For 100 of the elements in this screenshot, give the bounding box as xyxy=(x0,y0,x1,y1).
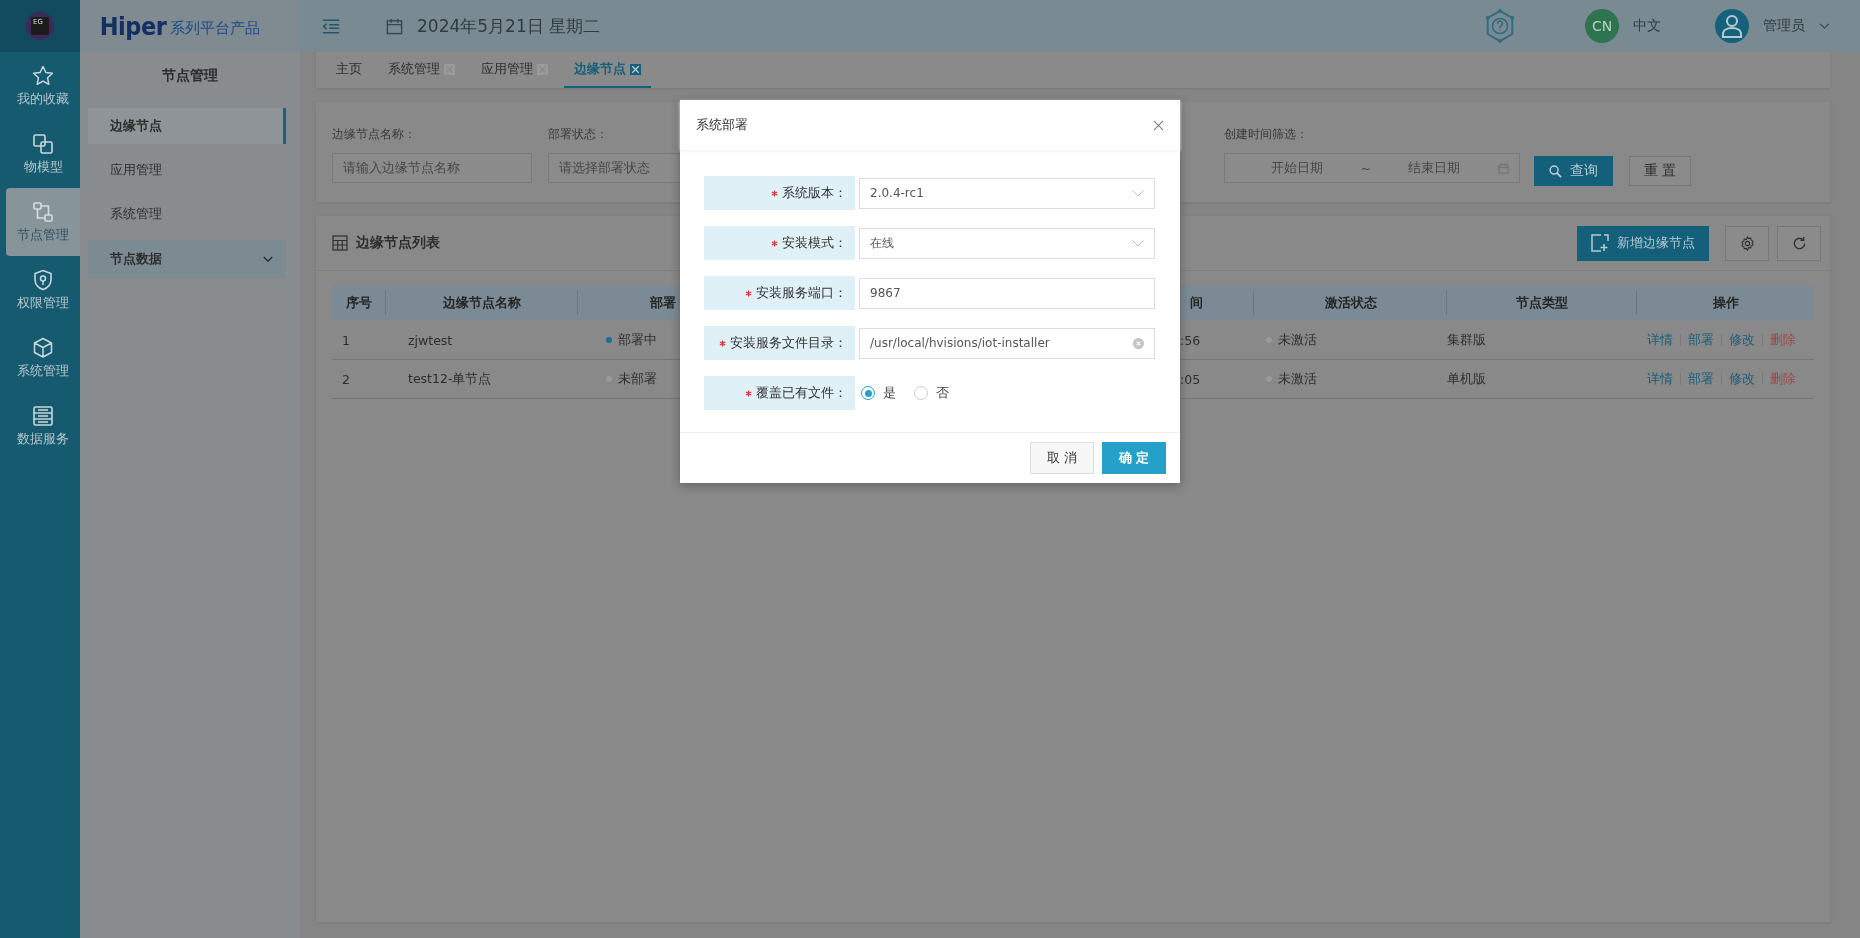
refresh-button[interactable] xyxy=(1777,225,1821,261)
action-link[interactable]: 修改 xyxy=(1729,370,1755,388)
nav-rail-label: 系统管理 xyxy=(17,363,69,380)
sidebar-item[interactable]: 应用管理 xyxy=(88,152,286,188)
table-icon xyxy=(332,235,348,251)
header-date: 2024年5月21日 星期二 xyxy=(417,14,601,38)
field-label: 安装服务端口： xyxy=(704,276,855,310)
date-range-field[interactable]: 开始日期 ~ 结束日期 xyxy=(1224,153,1520,183)
confirm-button[interactable]: 确 定 xyxy=(1102,442,1166,474)
chevron-down-icon xyxy=(1132,189,1144,197)
column-header: 边缘节点名称 xyxy=(386,285,578,321)
chevron-down-icon[interactable] xyxy=(1819,22,1830,30)
nav-rail-item[interactable]: 物模型 xyxy=(6,120,80,188)
squares-icon xyxy=(31,132,55,156)
sidebar-item[interactable]: 系统管理 xyxy=(88,196,286,232)
settings-button[interactable] xyxy=(1725,225,1769,261)
clear-icon[interactable] xyxy=(1133,337,1144,349)
cube-icon xyxy=(31,336,55,360)
dialog-title: 系统部署 xyxy=(696,116,748,134)
shield-icon xyxy=(31,268,55,292)
table-cell: test12-单节点 xyxy=(386,359,578,399)
filter-label: 创建时间筛选： xyxy=(1224,126,1309,143)
help-icon[interactable] xyxy=(1483,8,1517,44)
activation-status: 未激活 xyxy=(1266,370,1317,388)
add-page-icon xyxy=(1591,234,1609,252)
search-icon xyxy=(1549,164,1562,178)
user-name[interactable]: 管理员 xyxy=(1763,17,1805,35)
nav-rail-label: 物模型 xyxy=(23,159,63,176)
chevron-down-icon xyxy=(263,255,273,263)
search-button[interactable]: 查询 xyxy=(1534,156,1613,186)
reset-button[interactable]: 重 置 xyxy=(1629,156,1692,186)
start-date-placeholder: 开始日期 xyxy=(1271,159,1323,177)
action-link[interactable]: 部署 xyxy=(1688,370,1714,388)
filter-label: 边缘节点名称： xyxy=(332,126,417,143)
brand-name: Hiper xyxy=(99,11,167,41)
table-cell: 2 xyxy=(332,359,386,399)
table-cell: 1 xyxy=(332,321,386,360)
nodes-icon xyxy=(31,200,55,224)
refresh-icon xyxy=(1791,235,1807,251)
nav-rail-item[interactable]: 我的收藏 xyxy=(6,52,80,120)
brand-subtitle: 系列平台产品 xyxy=(170,19,261,39)
range-separator: ~ xyxy=(1360,160,1371,176)
action-link[interactable]: 详情 xyxy=(1647,331,1673,349)
calendar-icon xyxy=(1498,162,1509,174)
language-badge[interactable]: CN xyxy=(1585,9,1619,43)
column-header: 间 xyxy=(1178,285,1254,321)
table-cell: :56 xyxy=(1178,321,1254,360)
close-icon[interactable] xyxy=(1153,119,1164,131)
language-label[interactable]: 中文 xyxy=(1633,17,1661,35)
tab[interactable]: 应用管理 xyxy=(471,52,558,88)
nav-rail-label: 数据服务 xyxy=(17,431,69,448)
deploy-status: 未部署 xyxy=(606,370,657,388)
name-input-field[interactable]: 请输入边缘节点名称 xyxy=(332,153,532,183)
table-cell: :05 xyxy=(1178,359,1254,399)
field-label: 系统版本： xyxy=(704,176,855,210)
column-header: 激活状态 xyxy=(1254,285,1447,321)
calendar-icon xyxy=(386,17,403,35)
input-field[interactable]: /usr/local/hvisions/iot-installer xyxy=(859,327,1155,359)
nav-rail-label: 我的收藏 xyxy=(17,91,69,108)
sidebar-title: 节点管理 xyxy=(161,66,219,85)
nav-rail-item[interactable]: 权限管理 xyxy=(6,256,80,324)
activation-status: 未激活 xyxy=(1266,331,1317,349)
tab[interactable]: 系统管理 xyxy=(378,52,465,88)
action-link[interactable]: 部署 xyxy=(1688,331,1714,349)
list-icon xyxy=(31,404,55,428)
filter-label: 部署状态： xyxy=(548,126,609,143)
column-header: 节点类型 xyxy=(1447,285,1637,321)
add-node-button[interactable]: 新增边缘节点 xyxy=(1577,225,1709,261)
cancel-button[interactable]: 取 消 xyxy=(1030,442,1094,474)
deploy-status: 部署中 xyxy=(606,331,657,349)
nav-rail-item[interactable]: 节点管理 xyxy=(6,188,80,256)
action-link[interactable]: 修改 xyxy=(1729,331,1755,349)
column-header: 序号 xyxy=(332,285,386,321)
nav-rail-item[interactable]: 系统管理 xyxy=(6,324,80,392)
settings-icon xyxy=(1739,235,1755,251)
nav-rail-label: 节点管理 xyxy=(17,227,69,244)
field-label: 安装模式： xyxy=(704,226,855,260)
select-field[interactable]: 在线 xyxy=(859,227,1155,259)
nav-rail-label: 权限管理 xyxy=(17,295,69,312)
tab[interactable]: 主页 xyxy=(326,52,372,88)
radio-option[interactable]: 否 xyxy=(914,384,949,402)
action-link[interactable]: 详情 xyxy=(1647,370,1673,388)
table-cell: zjwtest xyxy=(386,321,578,360)
sidebar-item[interactable]: 边缘节点 xyxy=(88,108,286,144)
input-field[interactable]: 9867 xyxy=(859,277,1155,309)
avatar-icon[interactable] xyxy=(1715,9,1749,43)
chevron-down-icon xyxy=(1132,239,1144,247)
field-label: 覆盖已有文件： xyxy=(704,376,855,410)
menu-icon[interactable] xyxy=(322,18,340,34)
star-icon xyxy=(31,64,55,88)
sidebar-item[interactable]: 节点数据 xyxy=(88,240,286,278)
close-icon[interactable] xyxy=(630,63,641,75)
column-header: 操作 xyxy=(1637,285,1814,321)
table-cell: 集群版 xyxy=(1447,321,1637,360)
end-date-placeholder: 结束日期 xyxy=(1408,159,1461,177)
radio-option[interactable]: 是 xyxy=(861,384,896,402)
list-title: 边缘节点列表 xyxy=(356,234,440,252)
select-field[interactable]: 2.0.4-rc1 xyxy=(859,177,1155,209)
field-label: 安装服务文件目录： xyxy=(704,326,855,360)
nav-rail-item[interactable]: 数据服务 xyxy=(6,392,80,460)
